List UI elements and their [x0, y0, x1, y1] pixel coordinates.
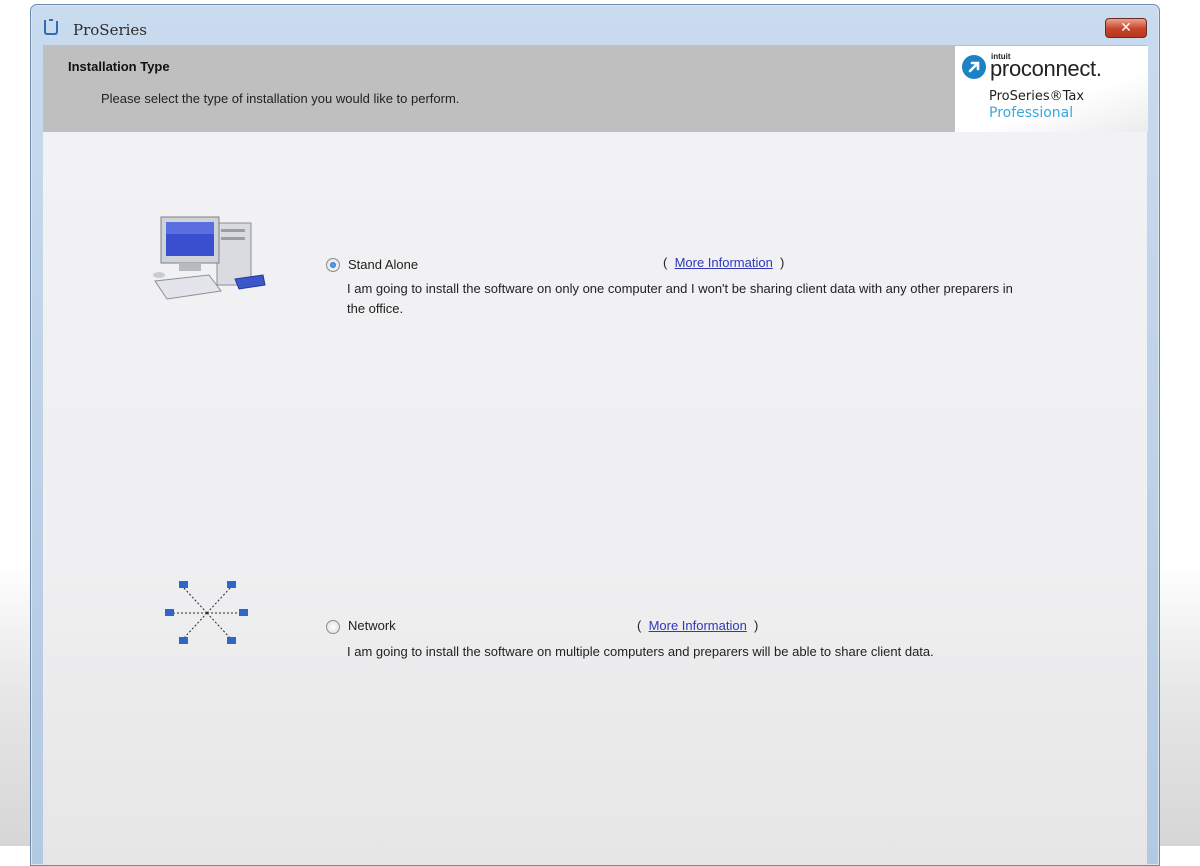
proseries-app-icon: [44, 19, 58, 35]
network-icon: [165, 581, 248, 644]
dialog-body: Installation Type Please select the type…: [43, 45, 1148, 865]
logo-product-text: ProSeries®Tax: [989, 89, 1085, 104]
logo-brand-text: proconnect.: [990, 56, 1102, 81]
logo-edition-text: Professional: [989, 105, 1074, 121]
stand-alone-radio[interactable]: [326, 258, 340, 272]
close-icon: ✕: [1120, 20, 1132, 36]
header-banner: Installation Type Please select the type…: [43, 45, 1148, 132]
desktop-computer-icon: [153, 216, 266, 300]
network-description: I am going to install the software on mu…: [347, 644, 934, 659]
title-bar[interactable]: ProSeries ✕: [31, 5, 1159, 43]
network-more-info: ( More Information ): [637, 618, 759, 633]
proconnect-logo: intuit proconnect. ProSeries®Tax Profess…: [955, 46, 1148, 132]
stand-alone-more-info: ( More Information ): [663, 255, 785, 270]
option-network: Network ( More Information ) I am going …: [43, 565, 1147, 685]
window-title: ProSeries: [73, 21, 147, 39]
installer-window: ProSeries ✕ Installation Type Please sel…: [30, 4, 1160, 866]
stand-alone-label[interactable]: Stand Alone: [348, 257, 418, 272]
close-button[interactable]: ✕: [1105, 18, 1147, 38]
network-more-info-link[interactable]: More Information: [649, 618, 747, 633]
stand-alone-description: I am going to install the software on on…: [347, 281, 1013, 316]
option-stand-alone: Stand Alone ( More Information ) I am go…: [43, 205, 1147, 325]
intuit-arrow-icon: [962, 55, 986, 79]
network-label[interactable]: Network: [348, 618, 396, 633]
network-radio[interactable]: [326, 620, 340, 634]
page-title: Installation Type: [68, 59, 170, 74]
stand-alone-more-info-link[interactable]: More Information: [675, 255, 773, 270]
page-subtitle: Please select the type of installation y…: [101, 91, 460, 106]
